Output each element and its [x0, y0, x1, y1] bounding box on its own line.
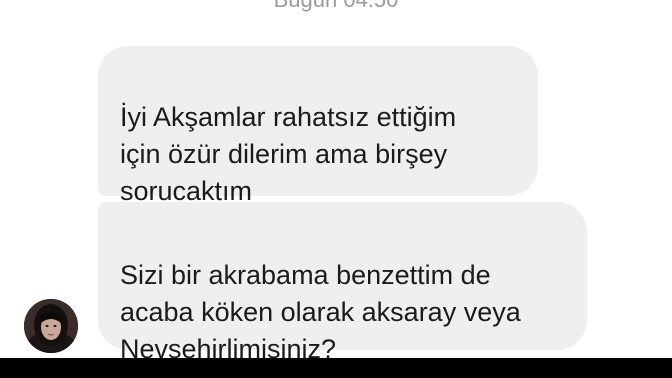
message-bubble[interactable]: Sizi bir akrabama benzettim de acaba kök… — [98, 202, 587, 364]
message-text: Sizi bir akrabama benzettim de acaba kök… — [120, 260, 521, 364]
bottom-bar — [0, 358, 672, 378]
message-text: İyi Akşamlar rahatsız ettiğim için özür … — [120, 102, 457, 206]
profile-photo-icon — [24, 299, 78, 353]
message-bubble[interactable]: İyi Akşamlar rahatsız ettiğim için özür … — [98, 46, 538, 206]
sender-avatar[interactable] — [24, 299, 78, 353]
chat-thread: Bugün 04:50 İyi Akşamlar rahatsız ettiği… — [0, 0, 672, 378]
message-timestamp: Bugün 04:50 — [0, 0, 672, 14]
